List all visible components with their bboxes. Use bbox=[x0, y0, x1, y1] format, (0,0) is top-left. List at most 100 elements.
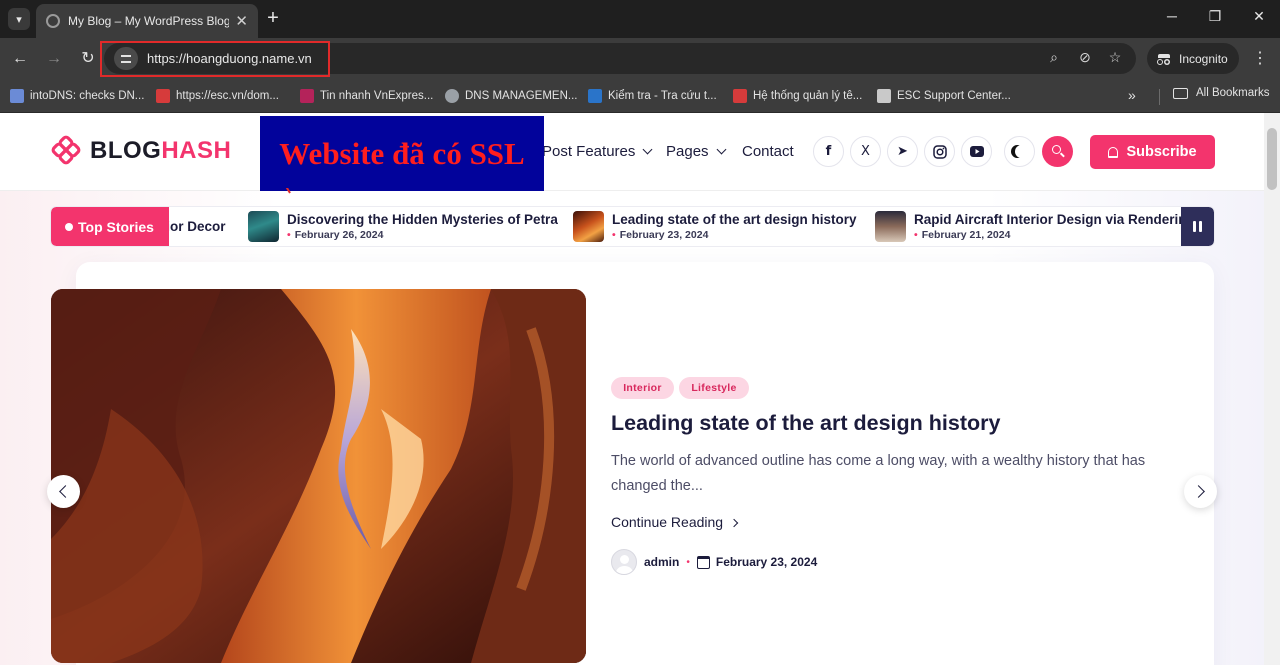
category-label: Interior bbox=[623, 382, 662, 394]
web-page: BLOGHASH Post Features Pages Contact f X… bbox=[0, 113, 1264, 665]
meta-separator: • bbox=[686, 556, 690, 568]
search-icon-handle bbox=[1060, 152, 1065, 158]
esc-favicon-icon bbox=[156, 89, 170, 103]
nav-label: Contact bbox=[742, 143, 794, 160]
ticker-item-date: February 26, 2024 bbox=[287, 229, 558, 241]
pause-icon bbox=[1193, 221, 1196, 232]
dark-mode-toggle[interactable] bbox=[1004, 136, 1035, 167]
featured-post-image[interactable] bbox=[51, 289, 586, 663]
category-chip[interactable]: Lifestyle bbox=[679, 377, 749, 399]
x-twitter-icon[interactable]: X bbox=[850, 136, 881, 167]
facebook-icon[interactable]: f bbox=[813, 136, 844, 167]
bookmark-item[interactable]: DNS MANAGEMEN... bbox=[445, 87, 577, 105]
chevron-right-icon bbox=[729, 518, 739, 528]
category-label: Lifestyle bbox=[691, 382, 737, 394]
browser-menu-icon[interactable]: ⋮ bbox=[1252, 48, 1268, 70]
ssl-annotation-text: Website đã có SSL bbox=[279, 135, 525, 171]
back-button[interactable]: ← bbox=[9, 48, 31, 70]
bookmark-label: intoDNS: checks DN... bbox=[30, 90, 145, 102]
subscribe-button[interactable]: Subscribe bbox=[1090, 135, 1215, 169]
bookmark-item[interactable]: Hệ thống quản lý tê... bbox=[733, 87, 862, 105]
telegram-icon[interactable]: ➤ bbox=[887, 136, 918, 167]
bookmark-item[interactable]: https://esc.vn/dom... bbox=[156, 87, 279, 105]
calendar-icon bbox=[696, 555, 710, 569]
instagram-icon[interactable] bbox=[924, 136, 955, 167]
bookmark-label: ESC Support Center... bbox=[897, 90, 1011, 102]
ticker-item-title[interactable]: Leading state of the art design history bbox=[612, 212, 857, 227]
ticker-item[interactable]: Leading state of the art design history … bbox=[573, 211, 857, 242]
tab-strip: ▾ My Blog – My WordPress Blog ✕ + ─ ❐ ✕ bbox=[0, 0, 1280, 38]
continue-reading-link[interactable]: Continue Reading bbox=[611, 514, 739, 530]
top-stories-ticker: rior Decor Discovering the Hidden Myster… bbox=[51, 207, 1214, 246]
bookmark-item[interactable]: ESC Support Center... bbox=[877, 87, 1011, 105]
ticker-thumbnail[interactable] bbox=[573, 211, 604, 242]
dns-check-icon bbox=[10, 89, 24, 103]
youtube-glyph bbox=[969, 146, 984, 157]
scrollbar-thumb[interactable] bbox=[1267, 128, 1277, 190]
ticker-item[interactable]: rior Decor bbox=[161, 211, 226, 242]
nav-post-features[interactable]: Post Features bbox=[542, 143, 653, 160]
nav-contact[interactable]: Contact bbox=[742, 143, 794, 160]
restore-button[interactable]: ❐ bbox=[1203, 8, 1227, 30]
esc-favicon-icon bbox=[733, 89, 747, 103]
instagram-glyph bbox=[932, 144, 947, 159]
ticker-item-title[interactable]: Discovering the Hidden Mysteries of Petr… bbox=[287, 212, 558, 227]
zoom-icon[interactable]: ⌕ bbox=[1044, 49, 1064, 66]
nav-pages[interactable]: Pages bbox=[666, 143, 726, 160]
ticker-thumbnail[interactable] bbox=[875, 211, 906, 242]
close-window-button[interactable]: ✕ bbox=[1247, 8, 1271, 30]
bookmark-label: https://esc.vn/dom... bbox=[176, 90, 279, 102]
hash-logo-icon bbox=[51, 135, 81, 165]
bookmark-item[interactable]: Kiểm tra - Tra cứu t... bbox=[588, 87, 717, 105]
logo-prefix: BLOG bbox=[90, 137, 162, 164]
ticker-item[interactable]: Rapid Aircraft Interior Design via Rende… bbox=[875, 211, 1187, 242]
bell-icon bbox=[1108, 146, 1119, 158]
ssl-annotation-banner: Website đã có SSL bbox=[260, 116, 544, 191]
minimize-button[interactable]: ─ bbox=[1160, 8, 1184, 30]
bookmark-item[interactable]: intoDNS: checks DN... bbox=[10, 87, 144, 105]
globe-icon bbox=[445, 89, 459, 103]
page-scrollbar[interactable] bbox=[1264, 113, 1280, 665]
new-tab-button[interactable]: + bbox=[262, 8, 284, 30]
search-button[interactable] bbox=[1042, 136, 1073, 167]
tab-title: My Blog – My WordPress Blog bbox=[68, 14, 230, 28]
star-icon[interactable]: ☆ bbox=[1105, 49, 1125, 66]
avatar[interactable] bbox=[611, 549, 637, 575]
more-bookmarks-icon[interactable]: » bbox=[1128, 87, 1136, 103]
top-stories-text: Top Stories bbox=[78, 218, 154, 235]
bookmark-item[interactable]: Tin nhanh VnExpres... bbox=[300, 87, 433, 105]
all-bookmarks-button[interactable]: All Bookmarks bbox=[1173, 87, 1270, 99]
site-logo[interactable]: BLOGHASH bbox=[50, 135, 231, 167]
ticker-item-date: February 23, 2024 bbox=[612, 229, 857, 241]
tab-search-button[interactable]: ▾ bbox=[8, 8, 30, 30]
post-author[interactable]: admin bbox=[644, 555, 679, 569]
ticker-item-title[interactable]: rior Decor bbox=[161, 219, 226, 234]
bookmarks-bar: intoDNS: checks DN... https://esc.vn/dom… bbox=[0, 80, 1280, 113]
category-chip[interactable]: Interior bbox=[611, 377, 674, 399]
eye-off-icon[interactable]: ⊘ bbox=[1075, 49, 1095, 66]
youtube-icon[interactable] bbox=[961, 136, 992, 167]
inet-icon bbox=[588, 89, 602, 103]
close-tab-icon[interactable]: ✕ bbox=[235, 12, 248, 30]
slider-prev-button[interactable] bbox=[47, 475, 80, 508]
chevron-right-icon bbox=[1192, 485, 1205, 498]
slider-next-button[interactable] bbox=[1184, 475, 1217, 508]
reload-button[interactable]: ↻ bbox=[77, 48, 99, 70]
continue-reading-label: Continue Reading bbox=[611, 514, 724, 530]
ticker-pause-button[interactable] bbox=[1181, 207, 1214, 246]
site-header: BLOGHASH Post Features Pages Contact f X… bbox=[0, 113, 1264, 191]
post-date: February 23, 2024 bbox=[715, 555, 818, 569]
chevron-down-icon bbox=[642, 144, 653, 155]
incognito-badge[interactable]: Incognito bbox=[1147, 43, 1239, 74]
active-tab[interactable]: My Blog – My WordPress Blog ✕ bbox=[36, 4, 258, 38]
url-highlight-annotation bbox=[100, 41, 330, 77]
featured-post-title[interactable]: Leading state of the art design history bbox=[611, 411, 1000, 436]
bookmarks-divider bbox=[1159, 89, 1160, 105]
incognito-label: Incognito bbox=[1179, 51, 1228, 66]
ticker-thumbnail[interactable] bbox=[248, 211, 279, 242]
forward-button[interactable]: → bbox=[43, 48, 65, 70]
ticker-item[interactable]: Discovering the Hidden Mysteries of Petr… bbox=[248, 211, 558, 242]
canyon-photo bbox=[51, 289, 586, 663]
chevron-down-icon bbox=[716, 144, 726, 155]
ticker-item-title[interactable]: Rapid Aircraft Interior Design via Rende… bbox=[914, 212, 1187, 227]
